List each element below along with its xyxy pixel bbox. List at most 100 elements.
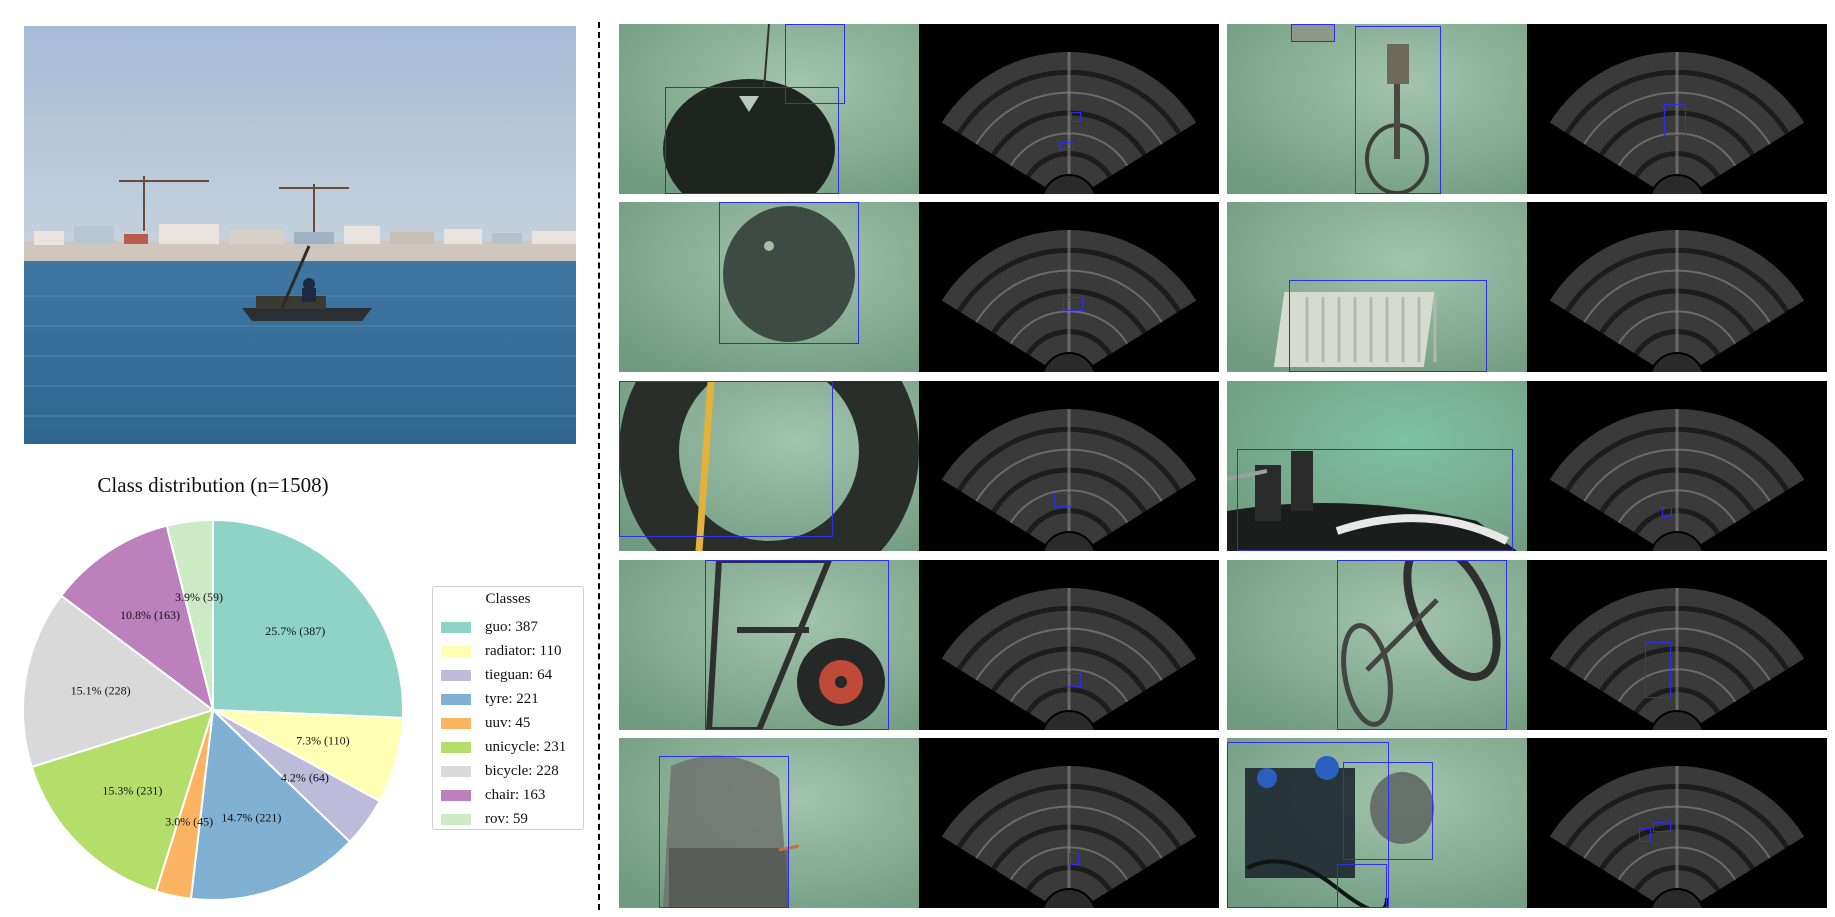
sample-pair-guo [619,24,1219,194]
slice-label-tieguan: 4.2% (64) [281,770,329,784]
legend-item-unicycle: unicycle: 231 [441,737,566,757]
legend-label: unicycle: 231 [485,738,567,755]
camera-image [1227,381,1527,551]
legend-swatch [441,645,471,657]
legend-swatch [441,621,471,633]
sonar-fan [1549,588,1805,730]
sonar-fan [941,766,1197,908]
legend-label: uuv: 45 [485,714,531,731]
slice-label-guo: 25.7% (387) [265,624,325,638]
legend-item-tyre: tyre: 221 [441,689,539,709]
sonar-fan [941,52,1197,194]
sonar-image [919,202,1219,372]
slice-label-radiator: 7.3% (110) [296,733,350,747]
legend-swatch [441,669,471,681]
sonar-fan [941,588,1197,730]
sonar-image [919,560,1219,730]
sonar-image [919,24,1219,194]
sonar-bounding-box [1653,822,1671,832]
class-distribution-chart: Class distribution (n=1508) 25.7% (387) 7… [0,470,600,917]
legend-swatch [441,789,471,801]
sonar-fan [941,409,1197,551]
bounding-box [785,24,845,104]
sonar-bounding-box [1664,104,1686,136]
sonar-image [1527,381,1827,551]
sample-pair-bicycle [1227,560,1827,730]
bounding-box [719,202,859,344]
sky [24,26,576,256]
legend-title: Classes [485,591,531,607]
sonar-bounding-box [1060,142,1074,150]
slice-label-tyre: 14.7% (221) [221,810,281,824]
legend-label: chair: 163 [485,786,546,803]
legend-item-guo: guo: 387 [441,617,538,637]
camera-image [1227,24,1527,194]
sonar-bounding-box [1662,507,1672,517]
camera-image [1227,738,1527,908]
bounding-box [1337,864,1387,908]
legend-label: bicycle: 228 [485,762,559,779]
legend-label: guo: 387 [485,618,538,635]
sample-pair-unicycle [1227,24,1827,194]
sample-pair-rov [1227,738,1827,908]
legend-item-radiator: radiator: 110 [441,641,562,661]
legend-item-bicycle: bicycle: 228 [441,761,559,781]
bounding-box [1289,280,1487,372]
bounding-box [1343,762,1433,860]
pie-slices [22,518,404,901]
sample-pair-guo [619,202,1219,372]
sonar-image [1527,738,1827,908]
sample-pair-radiator [1227,202,1827,372]
slice-label-unicycle: 15.3% (231) [102,784,162,798]
camera-image [1227,202,1527,372]
sonar-bounding-box [1069,853,1079,865]
legend-swatch [441,741,471,753]
slice-label-uuv: 3.0% (45) [165,814,213,828]
sample-pair-tyre [619,381,1219,551]
legend-item-uuv: uuv: 45 [441,713,530,733]
legend-label: tieguan: 64 [485,666,553,683]
sample-pair-uuv [1227,381,1827,551]
legend-swatch [441,813,471,825]
bounding-box [1237,449,1513,551]
dashed-divider [598,22,600,910]
legend-swatch [441,693,471,705]
slice-label-bicycle: 15.1% (228) [71,684,131,698]
pie-slice-guo [212,518,404,719]
sonar-image [1527,560,1827,730]
sonar-image [1527,202,1827,372]
sonar-fan [1549,409,1805,551]
camera-image [619,560,919,730]
legend-item-tieguan: tieguan: 64 [441,665,552,685]
legend-item-chair: chair: 163 [441,785,545,805]
sonar-image [1527,24,1827,194]
bounding-box [659,756,789,908]
camera-image [619,202,919,372]
legend-swatch [441,717,471,729]
camera-image [1227,560,1527,730]
camera-image [619,24,919,194]
sonar-bounding-box [1645,642,1671,698]
bounding-box [1355,26,1441,194]
chart-title: Class distribution (n=1508) [97,473,328,497]
sonar-image [919,738,1219,908]
bounding-box [1337,560,1507,730]
sample-pair-tieguan [619,738,1219,908]
legend-label: tyre: 221 [485,690,539,707]
bounding-box [1291,24,1335,42]
sonar-bounding-box [1067,673,1081,687]
camera-image [619,381,919,551]
legend-label: rov: 59 [485,810,528,827]
sample-pair-chair [619,560,1219,730]
legend-swatch [441,765,471,777]
sonar-fan [1549,230,1805,372]
sonar-bounding-box [1054,493,1072,507]
coastal-sea-photo [24,26,576,444]
legend-label: radiator: 110 [485,642,562,659]
sonar-bounding-box [1071,112,1081,122]
chart-legend: Classes guo: 387 radiator: 110 tieguan: 64… [432,586,584,830]
sonar-bounding-box [1063,297,1083,311]
bounding-box [619,381,833,537]
slice-label-rov: 3.9% (59) [175,590,223,604]
sea [24,261,576,444]
